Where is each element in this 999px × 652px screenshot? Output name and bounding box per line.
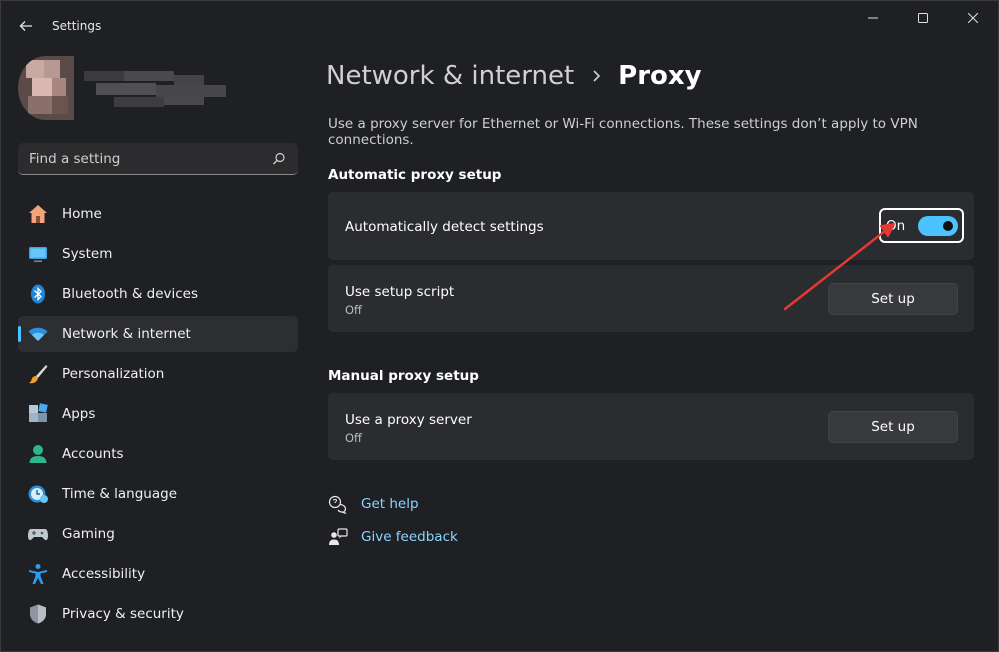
sidebar-item-accounts[interactable]: Accounts: [18, 436, 298, 472]
window-controls: [848, 1, 998, 35]
home-icon: [27, 203, 49, 225]
sidebar-item-apps[interactable]: Apps: [18, 396, 298, 432]
sidebar-item-label: Bluetooth & devices: [62, 286, 199, 302]
sidebar-item-label: Gaming: [62, 526, 115, 542]
user-profile[interactable]: [18, 51, 298, 123]
search-icon: [273, 152, 285, 165]
proxy-server-status: Off: [345, 431, 362, 445]
sidebar-item-system[interactable]: System: [18, 236, 298, 272]
get-help-link[interactable]: Get help: [328, 494, 419, 514]
auto-detect-card: Automatically detect settings On: [328, 192, 974, 260]
sidebar-item-label: Apps: [62, 406, 96, 422]
breadcrumb-parent[interactable]: Network & internet: [326, 61, 574, 91]
toggle-state-label: On: [886, 218, 906, 234]
get-help-text[interactable]: Get help: [361, 496, 419, 512]
monitor-icon: [27, 243, 49, 265]
sidebar-item-label: System: [62, 246, 113, 262]
setup-script-status: Off: [345, 303, 362, 317]
auto-detect-toggle-focus[interactable]: On: [879, 208, 964, 243]
back-arrow-icon: [19, 21, 32, 31]
avatar: [18, 56, 74, 120]
close-button[interactable]: [948, 1, 998, 35]
sidebar-item-time-language[interactable]: Time & language: [18, 476, 298, 512]
proxy-server-label: Use a proxy server: [345, 412, 472, 428]
sidebar-item-label: Time & language: [62, 486, 178, 502]
sidebar-item-label: Network & internet: [62, 326, 191, 342]
sidebar-item-privacy-security[interactable]: Privacy & security: [18, 596, 298, 632]
shield-icon: [27, 603, 49, 625]
sidebar-item-label: Accessibility: [62, 566, 146, 582]
sidebar-item-label: Privacy & security: [62, 606, 184, 622]
bluetooth-icon: [27, 283, 49, 305]
breadcrumb: Network & internet Proxy: [326, 61, 702, 91]
sidebar-item-personalization[interactable]: Personalization: [18, 356, 298, 392]
brush-icon: [27, 363, 49, 385]
proxy-server-button[interactable]: Set up: [828, 411, 958, 443]
close-icon: [968, 13, 978, 23]
search-input[interactable]: Find a setting: [29, 151, 120, 167]
accessibility-icon: [27, 563, 49, 585]
maximize-icon: [918, 13, 928, 23]
settings-window: Settings Find a setting Home System Blue…: [0, 0, 999, 652]
back-button[interactable]: [13, 13, 39, 39]
user-name-blurred: [84, 71, 229, 111]
sidebar-item-home[interactable]: Home: [18, 196, 298, 232]
help-chat-icon: [328, 494, 348, 514]
apps-icon: [27, 403, 49, 425]
search-box[interactable]: Find a setting: [18, 143, 298, 175]
proxy-server-card: Use a proxy server Off Set up: [328, 393, 974, 460]
clock-globe-icon: [27, 483, 49, 505]
minimize-button[interactable]: [848, 1, 898, 35]
give-feedback-link[interactable]: Give feedback: [328, 527, 458, 547]
page-title: Proxy: [618, 61, 702, 91]
sidebar-item-label: Accounts: [62, 446, 124, 462]
setup-script-card: Use setup script Off Set up: [328, 265, 974, 332]
section-title-automatic: Automatic proxy setup: [328, 167, 502, 183]
sidebar-item-network[interactable]: Network & internet: [18, 316, 298, 352]
wifi-icon: [27, 323, 49, 345]
sidebar-nav: Home System Bluetooth & devices Network …: [18, 196, 298, 636]
setup-script-label: Use setup script: [345, 284, 455, 300]
setup-script-button[interactable]: Set up: [828, 283, 958, 315]
sidebar-item-gaming[interactable]: Gaming: [18, 516, 298, 552]
sidebar-item-bluetooth[interactable]: Bluetooth & devices: [18, 276, 298, 312]
minimize-icon: [868, 17, 878, 19]
title-bar: Settings: [1, 1, 998, 51]
give-feedback-text[interactable]: Give feedback: [361, 529, 458, 545]
sidebar-item-accessibility[interactable]: Accessibility: [18, 556, 298, 592]
sidebar-item-label: Personalization: [62, 366, 165, 382]
auto-detect-toggle[interactable]: [918, 216, 958, 236]
page-description: Use a proxy server for Ethernet or Wi-Fi…: [328, 116, 918, 148]
feedback-icon: [328, 527, 348, 547]
chevron-right-icon: [592, 69, 602, 83]
person-icon: [27, 443, 49, 465]
auto-detect-label: Automatically detect settings: [345, 219, 544, 235]
sidebar-item-label: Home: [62, 206, 102, 222]
section-title-manual: Manual proxy setup: [328, 368, 479, 384]
toggle-knob: [943, 221, 953, 231]
controller-icon: [27, 523, 49, 545]
maximize-button[interactable]: [898, 1, 948, 35]
app-title: Settings: [52, 19, 102, 33]
